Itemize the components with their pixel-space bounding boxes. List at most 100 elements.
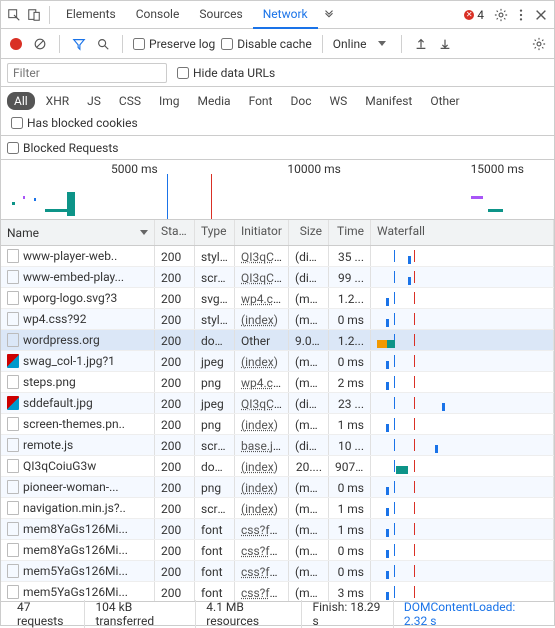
col-time-header[interactable]: Time	[329, 220, 371, 245]
file-icon	[7, 249, 19, 263]
initiator-link[interactable]: (index)	[241, 418, 278, 432]
tab-network[interactable]: Network	[253, 1, 318, 29]
tab-elements[interactable]: Elements	[56, 1, 126, 29]
table-row[interactable]: www-player-web..200styl...QI3qCoi...(dis…	[1, 246, 554, 267]
waterfall-bar	[377, 502, 547, 514]
type-filter-ws[interactable]: WS	[322, 92, 354, 110]
type-filter-css[interactable]: CSS	[112, 92, 148, 110]
file-icon	[7, 480, 19, 494]
filter-input[interactable]	[7, 63, 167, 83]
waterfall-bar	[377, 565, 547, 577]
table-row[interactable]: sddefault.jpg200jpegQI3qCoi...(dis...23 …	[1, 393, 554, 414]
initiator-link[interactable]: css?fami...	[241, 544, 289, 558]
col-type-header[interactable]: Type	[195, 220, 235, 245]
initiator-link[interactable]: (index)	[241, 481, 278, 495]
preserve-log-checkbox[interactable]: Preserve log	[133, 37, 215, 51]
initiator-link[interactable]: css?fami...	[241, 565, 289, 579]
request-table: www-player-web..200styl...QI3qCoi...(dis…	[1, 246, 554, 601]
table-row[interactable]: mem5YaGs126Mi...200fontcss?fami...(me...…	[1, 561, 554, 582]
col-size-header[interactable]: Size	[289, 220, 329, 245]
initiator-link[interactable]: (index)	[241, 355, 278, 369]
col-status-header[interactable]: Stat...	[155, 220, 195, 245]
initiator-link[interactable]: QI3qCoi...	[241, 271, 289, 285]
table-row[interactable]: mem8YaGs126Mi...200fontcss?fami...(me...…	[1, 519, 554, 540]
table-row[interactable]: wp4.css?92200styl...(index)(me...0 ms	[1, 309, 554, 330]
tab-sources[interactable]: Sources	[189, 1, 252, 29]
initiator-link[interactable]: wp4.css?...	[241, 292, 289, 306]
table-row[interactable]: wporg-logo.svg?3200svg...wp4.css?...(me.…	[1, 288, 554, 309]
inspect-icon[interactable]	[5, 6, 23, 24]
request-name: sddefault.jpg	[23, 396, 93, 410]
request-name: mem5YaGs126Mi...	[23, 564, 128, 578]
file-icon	[7, 459, 19, 473]
col-name-header[interactable]: Name	[1, 220, 155, 245]
gear-icon[interactable]	[492, 6, 510, 24]
device-icon[interactable]	[25, 6, 43, 24]
type-filter-manifest[interactable]: Manifest	[358, 92, 419, 110]
col-initiator-header[interactable]: Initiator	[235, 220, 289, 245]
initiator-link[interactable]: css?fami...	[241, 523, 289, 537]
table-row[interactable]: swag_col-1.jpg?1200jpeg(index)(me...0 ms	[1, 351, 554, 372]
type-filter-doc[interactable]: Doc	[283, 92, 318, 110]
tab-console[interactable]: Console	[126, 1, 190, 29]
image-thumb-icon	[7, 396, 19, 410]
search-icon[interactable]	[94, 35, 112, 53]
filter-icon[interactable]	[70, 35, 88, 53]
table-row[interactable]: remote.js200scriptbase.js:3...(dis...10 …	[1, 435, 554, 456]
type-filter-media[interactable]: Media	[191, 92, 238, 110]
initiator-link[interactable]: wp4.css?...	[241, 376, 289, 390]
throttling-select[interactable]: Online	[333, 37, 367, 51]
waterfall-bar	[377, 523, 547, 535]
filter-bar: Hide data URLs	[1, 59, 554, 87]
throttling-caret-icon[interactable]	[373, 35, 391, 53]
table-row[interactable]: navigation.min.js?..200script(index)(me.…	[1, 498, 554, 519]
request-name: swag_col-1.jpg?1	[23, 354, 115, 368]
initiator-link[interactable]: (index)	[241, 313, 278, 327]
type-filter-all[interactable]: All	[7, 92, 35, 110]
initiator-link[interactable]: (index)	[241, 502, 278, 516]
table-row[interactable]: www-embed-play...200scriptQI3qCoi...(dis…	[1, 267, 554, 288]
waterfall-bar	[377, 481, 547, 493]
type-filter-img[interactable]: Img	[152, 92, 187, 110]
initiator-link[interactable]: css?fami...	[241, 586, 289, 600]
table-row[interactable]: screen-themes.pn..200png(index)(me...1 m…	[1, 414, 554, 435]
settings-icon[interactable]	[530, 35, 548, 53]
table-row[interactable]: mem8YaGs126Mi...200fontcss?fami...(me...…	[1, 540, 554, 561]
error-badge[interactable]: ✕4	[464, 8, 484, 22]
timeline-overview[interactable]: 5000 ms 10000 ms 15000 ms	[1, 160, 554, 220]
type-filter-js[interactable]: JS	[80, 92, 108, 110]
col-waterfall-header[interactable]: Waterfall	[371, 220, 554, 245]
blocked-cookies-checkbox[interactable]: Has blocked cookies	[11, 116, 138, 130]
domcontentloaded-time: DOMContentLoaded: 2.32 s	[394, 600, 548, 628]
table-row[interactable]: mem5YaGs126Mi...200fontcss?fami...(me...…	[1, 582, 554, 601]
resources-size: 4.1 MB resources	[196, 600, 302, 628]
kebab-icon[interactable]	[512, 6, 530, 24]
table-row[interactable]: pioneer-woman-...200png(index)(me...0 ms	[1, 477, 554, 498]
waterfall-bar	[377, 313, 547, 325]
disable-cache-checkbox[interactable]: Disable cache	[221, 37, 312, 51]
upload-icon[interactable]	[412, 35, 430, 53]
type-filter-other[interactable]: Other	[423, 92, 466, 110]
type-filter-xhr[interactable]: XHR	[39, 92, 76, 110]
initiator-link[interactable]: QI3qCoi...	[241, 250, 289, 264]
file-icon	[7, 291, 19, 305]
record-icon[interactable]	[7, 35, 25, 53]
network-toolbar: Preserve log Disable cache Online	[1, 29, 554, 59]
table-header: Name Stat... Type Initiator Size Time Wa…	[1, 220, 554, 246]
type-filter-bar: AllXHRJSCSSImgMediaFontDocWSManifestOthe…	[1, 87, 554, 136]
close-icon[interactable]	[532, 6, 550, 24]
download-icon[interactable]	[436, 35, 454, 53]
initiator-link[interactable]: base.js:3...	[241, 439, 289, 453]
type-filter-font[interactable]: Font	[242, 92, 280, 110]
blocked-requests-checkbox[interactable]: Blocked Requests	[7, 141, 118, 155]
more-tabs-icon[interactable]	[320, 6, 338, 24]
table-row[interactable]: QI3qCoiuG3w200doc...(index)20....907...	[1, 456, 554, 477]
table-row[interactable]: wordpress.org200doc...Other9.0 ...1.2...	[1, 330, 554, 351]
waterfall-bar	[377, 439, 547, 451]
hide-data-urls-checkbox[interactable]: Hide data URLs	[177, 66, 275, 80]
initiator-link[interactable]: (index)	[241, 460, 278, 474]
sort-caret-icon	[140, 230, 148, 235]
initiator-link[interactable]: QI3qCoi...	[241, 397, 289, 411]
table-row[interactable]: steps.png200pngwp4.css?...(me...2 ms	[1, 372, 554, 393]
clear-icon[interactable]	[31, 35, 49, 53]
